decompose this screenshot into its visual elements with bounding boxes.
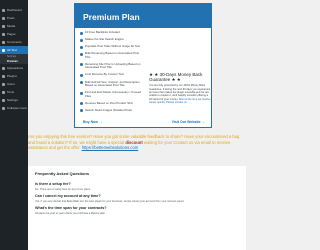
sidebar-item-label: Settings	[7, 98, 18, 102]
feature-item: Renaming File Prior to Uploading Based o…	[80, 61, 142, 70]
faq-answer: No. There are no setup fees on any of ou…	[35, 188, 91, 191]
check-icon	[80, 109, 83, 113]
sidebar-item[interactable]: Settings	[0, 96, 28, 104]
sidebar-item-label: Posts	[7, 16, 15, 20]
feature-label: Bulk Add Alt Text, Caption, and Descript…	[85, 79, 140, 88]
main-content: Premium Plan 10 Free Backlinks Included M…	[28, 0, 250, 250]
feature-item: Find and Exit Delete Unnecessary / Unuse…	[80, 90, 142, 98]
feature-label: Rename Based on Post Product SKU	[85, 100, 134, 105]
menu-icon	[2, 40, 5, 44]
sidebar-item[interactable]: Users	[0, 80, 28, 88]
menu-icon	[2, 16, 5, 20]
feature-list: 10 Free Backlinks Included Makes the Site…	[80, 30, 142, 116]
buy-row: Buy Now → Visit Our Website →	[83, 120, 205, 124]
sidebar-item[interactable]: Appearance	[0, 64, 28, 72]
admin-sidebar: Dashboard Posts Media Pages Comments Alt Text…	[0, 0, 28, 250]
feature-label: Search Dead Images (Detailed Post)	[85, 107, 133, 112]
feature-label: 10 Free Backlinks Included	[85, 30, 120, 34]
feature-item: Rename Based on Post Product SKU	[80, 100, 142, 106]
menu-icon	[2, 48, 5, 52]
sidebar-item[interactable]: Dashboard	[0, 6, 28, 14]
sidebar-item[interactable]: Media	[0, 22, 28, 30]
sidebar-item[interactable]: Plugins	[0, 72, 28, 80]
guarantee-title: ★ ★ 30-Days Money Back Guarantee ★ ★	[149, 72, 203, 83]
guarantee-box: ★ ★ 30-Days Money Back Guarantee ★ ★ You…	[149, 72, 211, 104]
sidebar-item-label: Pages	[7, 32, 16, 36]
check-icon	[80, 45, 83, 49]
faq-answer: All plans are year to year unless you pu…	[35, 212, 106, 215]
check-icon	[80, 102, 83, 106]
sidebar-item[interactable]: Posts	[0, 14, 28, 22]
faq-title: Frequently Asked Questions	[35, 171, 90, 176]
sidebar-item-label: Alt Text	[7, 48, 17, 52]
faq-card: Frequently Asked Questions Is there a se…	[28, 166, 246, 250]
sidebar-item-label: Comments	[7, 40, 22, 44]
sidebar-item-label: Media	[7, 24, 16, 28]
sidebar-item-label: Plugins	[7, 74, 17, 78]
menu-icon	[2, 8, 5, 12]
faq-list: Is there a setup fee? No. There are no se…	[35, 182, 239, 215]
check-icon	[80, 31, 83, 35]
menu-icon	[2, 90, 5, 94]
feature-label: Makes the Site Search Engine	[85, 37, 124, 42]
premium-header: Premium Plan	[75, 4, 211, 28]
menu-icon	[2, 32, 5, 36]
menu-icon	[2, 66, 5, 70]
feature-label: Find and Exit Delete Unnecessary / Unuse…	[85, 90, 142, 98]
feature-item: Limit Rename By Custom Text	[80, 73, 142, 77]
menu-icon	[2, 98, 5, 102]
sidebar-item[interactable]: Alt Text	[0, 46, 28, 54]
menu-icon	[2, 82, 5, 86]
notice-email-link[interactable]: https://betterwebsolutions.com	[82, 145, 139, 150]
faq-question: Can I cancel my account at any time?	[35, 194, 101, 198]
check-icon	[80, 91, 83, 95]
feature-label: Populate Post Titles Without Image Alt T…	[85, 44, 141, 49]
faq-question: What's the time span for your contracts?	[35, 206, 107, 210]
sidebar-item[interactable]: Pages	[0, 30, 28, 38]
guarantee-text: You are fully protected by our 100% Mone…	[149, 84, 211, 104]
feature-label: Limit Rename By Custom Text	[85, 72, 124, 77]
menu-icon	[2, 24, 5, 28]
check-icon	[80, 73, 83, 77]
sidebar-item[interactable]: Tools	[0, 88, 28, 96]
feature-item: Bulk Renaming Based on Associated Post T…	[80, 52, 142, 59]
feature-item: Bulk Add Alt Text, Caption, and Descript…	[80, 79, 142, 88]
sidebar-item-label: Tools	[7, 90, 15, 94]
premium-plan-panel: Premium Plan 10 Free Backlinks Included M…	[74, 3, 212, 128]
sidebar-item[interactable]: Comments	[0, 38, 28, 46]
faq-question: Is there a setup fee?	[35, 182, 71, 186]
feature-label: Bulk Renaming Based on Associated Post T…	[85, 51, 139, 59]
sidebar-item-label: Appearance	[7, 66, 24, 70]
feature-item: Makes the Site Search Engine	[80, 38, 142, 42]
notice-discount: discount	[125, 139, 143, 145]
sidebar-item-label: Collapse menu	[7, 106, 28, 110]
check-icon	[80, 52, 83, 56]
faq-answer: Yes, if you ever decide that BetterWeb i…	[35, 200, 185, 203]
sidebar-item[interactable]: Collapse menu	[0, 104, 28, 112]
feature-label: Renaming File Prior to Uploading Based o…	[85, 61, 141, 70]
sidebar-item-label: Users	[7, 82, 15, 86]
check-icon	[80, 63, 83, 67]
sidebar-item-label: Dashboard	[7, 8, 22, 12]
feature-item: Search Dead Images (Detailed Post)	[80, 107, 142, 113]
check-icon	[80, 38, 83, 42]
feedback-notice: Are you enjoying this free version? Have…	[28, 134, 246, 151]
visit-website-link[interactable]: Visit Our Website →	[172, 120, 205, 124]
menu-icon	[2, 74, 5, 78]
feature-item: Populate Post Titles Without Image Alt T…	[80, 45, 142, 49]
check-icon	[80, 81, 83, 85]
menu-icon	[2, 106, 5, 110]
buy-now-link[interactable]: Buy Now →	[83, 120, 102, 124]
premium-title: Premium Plan	[83, 12, 140, 22]
feature-item: 10 Free Backlinks Included	[80, 30, 142, 35]
